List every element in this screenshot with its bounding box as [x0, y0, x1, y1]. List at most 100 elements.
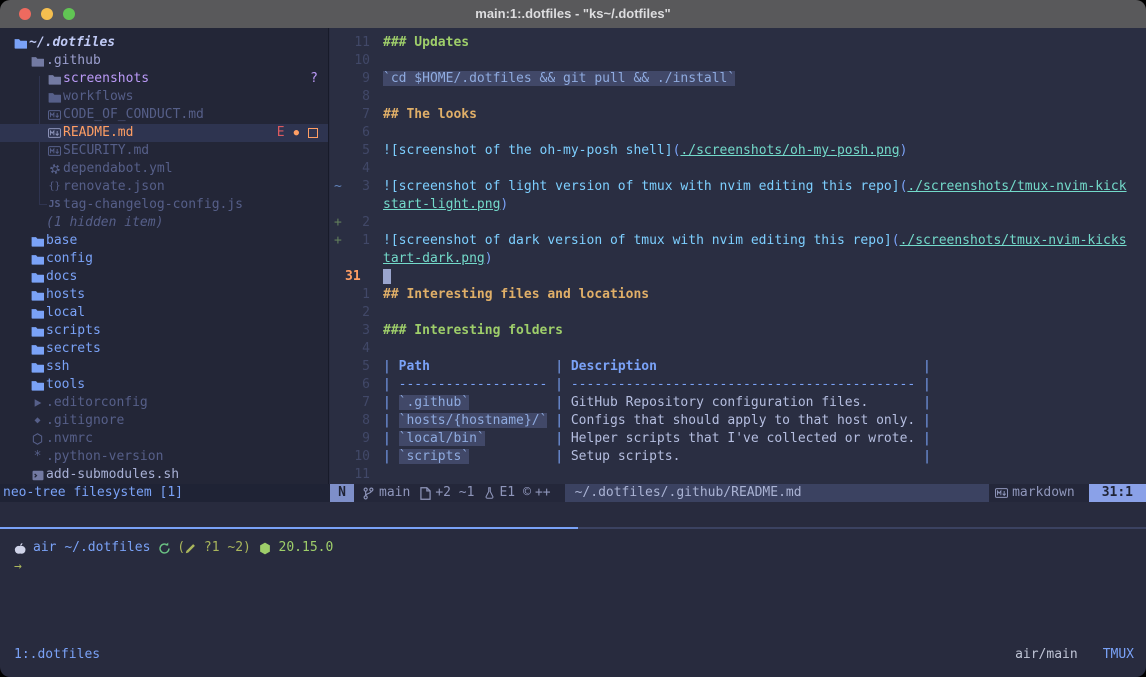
- folder-icon: [29, 380, 46, 391]
- sign-column: [330, 52, 345, 70]
- editor-line[interactable]: tart-dark.png): [330, 250, 1146, 268]
- folder-icon: [46, 74, 63, 85]
- editor-line[interactable]: 5| Path | Description |: [330, 358, 1146, 376]
- tmux-terminal-window: main:1:.dotfiles - "ks~/.dotfiles" ~/.do…: [0, 0, 1146, 677]
- git-status-open: (: [177, 539, 185, 557]
- tmux-session-name: air/main: [1015, 646, 1078, 664]
- tree-item-label: screenshots: [63, 70, 149, 88]
- tree-item-workflows[interactable]: workflows: [0, 88, 328, 106]
- current-line-number: 31: [345, 268, 370, 286]
- tree-item-base[interactable]: base: [0, 232, 328, 250]
- tree-item-.python-version[interactable]: *.python-version: [0, 448, 328, 466]
- editor-line[interactable]: 10: [330, 52, 1146, 70]
- editor-line[interactable]: 11: [330, 466, 1146, 484]
- terminal-content: ~/.dotfiles.githubscreenshots?workflowsC…: [0, 28, 1146, 677]
- editor-line[interactable]: +2: [330, 214, 1146, 232]
- folder-icon: [29, 236, 46, 247]
- line-text: ![screenshot of dark version of tmux wit…: [383, 232, 1127, 250]
- traffic-lights: [19, 8, 75, 20]
- tree-item-label: .editorconfig: [46, 394, 148, 412]
- editor-line[interactable]: 4: [330, 340, 1146, 358]
- line-text: ![screenshot of light version of tmux wi…: [383, 178, 1127, 196]
- diagnostics-count: E1: [499, 484, 515, 502]
- editor-line[interactable]: 3### Interesting folders: [330, 322, 1146, 340]
- editor-line[interactable]: 31: [330, 268, 1146, 286]
- editor-line[interactable]: start-light.png): [330, 196, 1146, 214]
- tree-item-tools[interactable]: tools: [0, 376, 328, 394]
- editor-line[interactable]: 7## The looks: [330, 106, 1146, 124]
- editor-line[interactable]: 6| ------------------- | ---------------…: [330, 376, 1146, 394]
- tree-item-.github[interactable]: .github: [0, 52, 328, 70]
- editor-line[interactable]: 9| `local/bin` | Helper scripts that I'v…: [330, 430, 1146, 448]
- line-text: `cd $HOME/.dotfiles && git pull && ./ins…: [383, 70, 735, 88]
- line-number: 3: [345, 178, 370, 196]
- editor-line[interactable]: 11### Updates: [330, 34, 1146, 52]
- hexagon-icon: [29, 433, 46, 445]
- editor-line[interactable]: 8| `hosts/{hostname}/` | Configs that sh…: [330, 412, 1146, 430]
- tree-item-renovate.json[interactable]: {}renovate.json: [0, 178, 328, 196]
- tree-item-.nvmrc[interactable]: .nvmrc: [0, 430, 328, 448]
- editor-line[interactable]: ~3![screenshot of light version of tmux …: [330, 178, 1146, 196]
- line-number: 5: [345, 358, 370, 376]
- tmux-pane-border-active[interactable]: [0, 527, 578, 529]
- editor-line[interactable]: 1## Interesting files and locations: [330, 286, 1146, 304]
- tree-item-security.md[interactable]: SECURITY.md: [0, 142, 328, 160]
- sign-column: [330, 70, 345, 88]
- editor-line[interactable]: +1![screenshot of dark version of tmux w…: [330, 232, 1146, 250]
- error-badge: E: [277, 124, 285, 142]
- folder-icon: [29, 56, 46, 67]
- neotree-sidebar[interactable]: ~/.dotfiles.githubscreenshots?workflowsC…: [0, 28, 329, 484]
- file-path[interactable]: ~/.dotfiles/.github/README.md: [565, 484, 989, 502]
- tree-item-tag-changelog-config.js[interactable]: JStag-changelog-config.js: [0, 196, 328, 214]
- tree-item-scripts[interactable]: scripts: [0, 322, 328, 340]
- tree-item--.dotfiles[interactable]: ~/.dotfiles: [0, 34, 328, 52]
- editor-line[interactable]: 6: [330, 124, 1146, 142]
- tree-item-dependabot.yml[interactable]: dependabot.yml: [0, 160, 328, 178]
- line-number: 9: [345, 70, 370, 88]
- folder-icon: [29, 254, 46, 265]
- tree-item-label: docs: [46, 268, 77, 286]
- editor-line[interactable]: 4: [330, 160, 1146, 178]
- zoom-button[interactable]: [63, 8, 75, 20]
- item-badges: E●: [277, 124, 318, 142]
- editor-line[interactable]: 8: [330, 88, 1146, 106]
- tree-item-hosts[interactable]: hosts: [0, 286, 328, 304]
- file-diff-icon: [420, 487, 431, 500]
- editor-line[interactable]: 10 | `scripts` | Setup scripts. |: [330, 448, 1146, 466]
- line-text: ## The looks: [383, 106, 477, 124]
- editor-line[interactable]: 2: [330, 304, 1146, 322]
- cursor-block: [383, 269, 391, 284]
- tree-item-code-of-conduct.md[interactable]: CODE_OF_CONDUCT.md: [0, 106, 328, 124]
- tmux-pane-border[interactable]: [578, 527, 1146, 529]
- sign-column: [330, 466, 345, 484]
- line-text: | `scripts` | Setup scripts. |: [383, 448, 931, 466]
- tree-item-docs[interactable]: docs: [0, 268, 328, 286]
- sign-column: [330, 376, 345, 394]
- tree-item-config[interactable]: config: [0, 250, 328, 268]
- tree-item-add-submodules.sh[interactable]: add-submodules.sh: [0, 466, 328, 484]
- tree-item--1-hidden-item-[interactable]: (1 hidden item): [0, 214, 328, 232]
- prompt-arrow[interactable]: →: [14, 558, 22, 576]
- tree-item-secrets[interactable]: secrets: [0, 340, 328, 358]
- window-titlebar[interactable]: main:1:.dotfiles - "ks~/.dotfiles": [0, 0, 1146, 29]
- editorconfig-icon: [29, 398, 46, 408]
- minimize-button[interactable]: [41, 8, 53, 20]
- editor-line[interactable]: 5![screenshot of the oh-my-posh shell](.…: [330, 142, 1146, 160]
- tree-item-ssh[interactable]: ssh: [0, 358, 328, 376]
- editor-line[interactable]: 7| `.github` | GitHub Repository configu…: [330, 394, 1146, 412]
- tmux-window-tab[interactable]: 1:.dotfiles: [14, 646, 100, 664]
- editor-buffer[interactable]: 11### Updates 10 9 `cd $HOME/.dotfiles &&…: [330, 28, 1146, 484]
- tree-item-.gitignore[interactable]: ◆.gitignore: [0, 412, 328, 430]
- line-number: 10: [345, 448, 370, 466]
- tree-item-readme.md[interactable]: README.mdE●: [0, 124, 328, 142]
- git-branch-label[interactable]: main: [379, 484, 410, 502]
- line-text: | `hosts/{hostname}/` | Configs that sho…: [383, 412, 931, 430]
- sign-column: [330, 430, 345, 448]
- tree-item-screenshots[interactable]: screenshots?: [0, 70, 328, 88]
- git-staged-icon: [308, 128, 318, 138]
- tree-item-.editorconfig[interactable]: .editorconfig: [0, 394, 328, 412]
- tree-item-local[interactable]: local: [0, 304, 328, 322]
- editor-line[interactable]: 9 `cd $HOME/.dotfiles && git pull && ./in…: [330, 70, 1146, 88]
- close-button[interactable]: [19, 8, 31, 20]
- sign-column: [330, 286, 345, 304]
